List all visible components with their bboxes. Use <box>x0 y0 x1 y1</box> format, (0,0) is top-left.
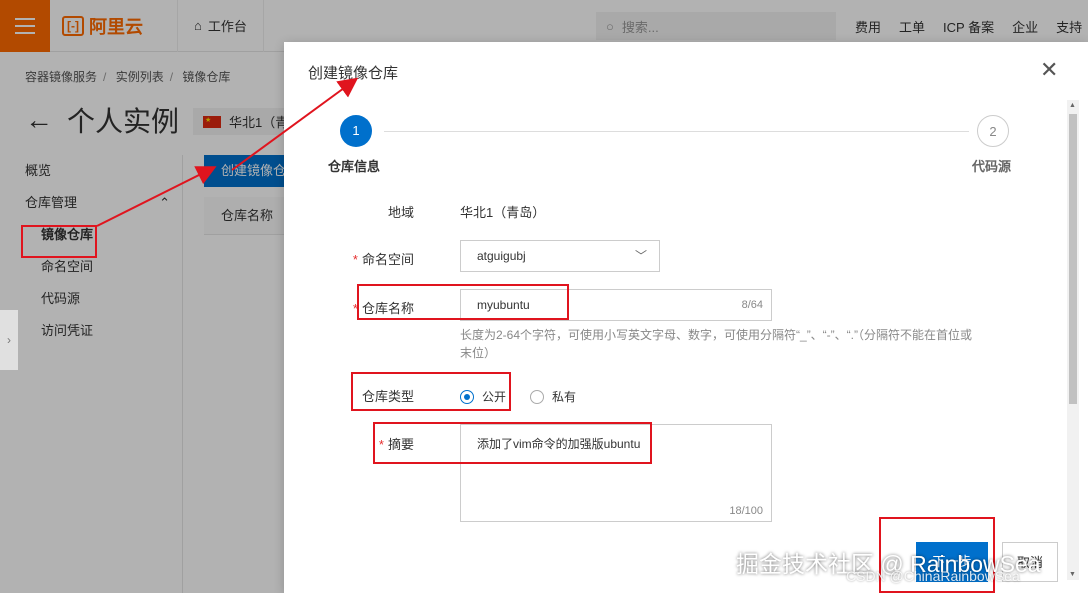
arrow-to-create-button <box>96 166 217 227</box>
arrow-to-dialog-title <box>231 77 359 171</box>
annotation-arrows <box>96 77 359 227</box>
watermark-csdn: CSDN @ChinaRainbowSea <box>846 568 1020 584</box>
